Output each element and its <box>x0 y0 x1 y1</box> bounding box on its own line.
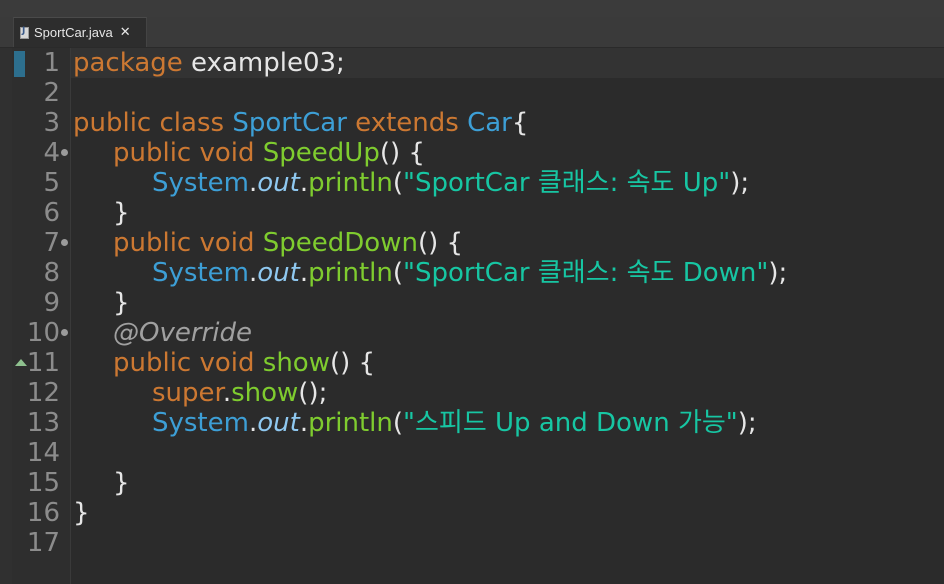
tab-label: SportCar.java <box>34 25 113 40</box>
punctuation: . <box>248 408 258 438</box>
code-line-7[interactable]: public void SpeedDown() { <box>113 228 463 258</box>
punctuation: () { <box>417 228 464 258</box>
punctuation: ( <box>392 408 404 438</box>
punctuation: . <box>299 258 309 288</box>
string-literal: "SportCar 클래스: 속도 Up" <box>403 168 731 198</box>
keyword: public class <box>73 108 233 138</box>
punctuation: ( <box>392 258 404 288</box>
method-call: println <box>308 168 393 198</box>
method-name: show <box>262 348 330 378</box>
code-line-11[interactable]: public void show() { <box>113 348 375 378</box>
punctuation: . <box>299 168 309 198</box>
line-number: 6 <box>43 198 60 228</box>
brace: } <box>113 198 130 228</box>
method-call: show <box>231 378 299 408</box>
punctuation: () { <box>329 348 376 378</box>
line-number: 2 <box>43 78 60 108</box>
line-number: 1 <box>43 48 60 78</box>
keyword: public void <box>113 228 263 258</box>
code-line-10[interactable]: @Override <box>113 318 252 348</box>
punctuation: . <box>248 258 258 288</box>
string-literal: "SportCar 클래스: 속도 Down" <box>403 258 769 288</box>
line-number: 13 <box>26 408 60 438</box>
window-top-bar <box>0 0 944 17</box>
brace: { <box>511 108 529 138</box>
code-line-4[interactable]: public void SpeedUp() { <box>113 138 425 168</box>
package-name: example03; <box>182 48 345 78</box>
code-line-13[interactable]: System.out.println("스피드 Up and Down 가능")… <box>152 408 757 438</box>
punctuation: ); <box>768 258 788 288</box>
line-number: 16 <box>26 498 60 528</box>
code-line-12[interactable]: super.show(); <box>152 378 327 408</box>
code-line-16[interactable]: } <box>73 498 90 528</box>
class-name: SportCar <box>232 108 347 138</box>
line-number: 15 <box>26 468 60 498</box>
brace: } <box>113 468 130 498</box>
code-line-5[interactable]: System.out.println("SportCar 클래스: 속도 Up"… <box>152 168 749 198</box>
method-name: SpeedUp <box>262 138 380 168</box>
close-icon[interactable]: ✕ <box>120 25 131 40</box>
keyword: public void <box>113 138 263 168</box>
keyword: extends <box>346 108 468 138</box>
string-literal: "스피드 Up and Down 가능" <box>403 408 738 438</box>
code-line-3[interactable]: public class SportCar extends Car{ <box>73 108 528 138</box>
java-file-icon <box>20 26 29 39</box>
line-number: 10 <box>26 318 60 348</box>
type-name: System <box>152 408 249 438</box>
line-number: 9 <box>43 288 60 318</box>
code-line-9[interactable]: } <box>113 288 130 318</box>
line-number: 7 <box>43 228 60 258</box>
brace: } <box>73 498 90 528</box>
code-line-1[interactable]: package example03; <box>73 48 345 78</box>
punctuation: . <box>222 378 232 408</box>
method-name: SpeedDown <box>262 228 418 258</box>
line-number: 8 <box>43 258 60 288</box>
punctuation: () { <box>379 138 425 168</box>
override-triangle-icon[interactable] <box>15 359 27 366</box>
tab-sportcar-java[interactable]: SportCar.java ✕ <box>13 17 147 47</box>
line-number: 14 <box>26 438 60 468</box>
method-call: println <box>308 408 393 438</box>
punctuation: . <box>248 168 258 198</box>
line-number: 4 <box>43 138 60 168</box>
superclass-name: Car <box>467 108 512 138</box>
code-line-6[interactable]: } <box>113 198 130 228</box>
overview-ruler <box>0 48 12 584</box>
keyword: public void <box>113 348 263 378</box>
fold-collapse-icon[interactable] <box>61 239 68 246</box>
annotation: @Override <box>113 318 252 348</box>
brace: } <box>113 288 130 318</box>
punctuation: ); <box>730 168 750 198</box>
keyword: package <box>73 48 183 78</box>
type-name: System <box>152 258 249 288</box>
fold-collapse-icon[interactable] <box>61 149 68 156</box>
code-line-15[interactable]: } <box>113 468 130 498</box>
keyword: super <box>152 378 223 408</box>
line-number: 17 <box>26 528 60 558</box>
static-field: out <box>257 168 300 198</box>
line-number: 3 <box>43 108 60 138</box>
code-line-8[interactable]: System.out.println("SportCar 클래스: 속도 Dow… <box>152 258 787 288</box>
line-number: 12 <box>26 378 60 408</box>
punctuation: ); <box>737 408 757 438</box>
line-number: 5 <box>43 168 60 198</box>
static-field: out <box>257 408 300 438</box>
punctuation: . <box>299 408 309 438</box>
fold-collapse-icon[interactable] <box>61 329 68 336</box>
method-call: println <box>308 258 393 288</box>
type-name: System <box>152 168 249 198</box>
punctuation: (); <box>298 378 328 408</box>
punctuation: ( <box>392 168 404 198</box>
static-field: out <box>257 258 300 288</box>
